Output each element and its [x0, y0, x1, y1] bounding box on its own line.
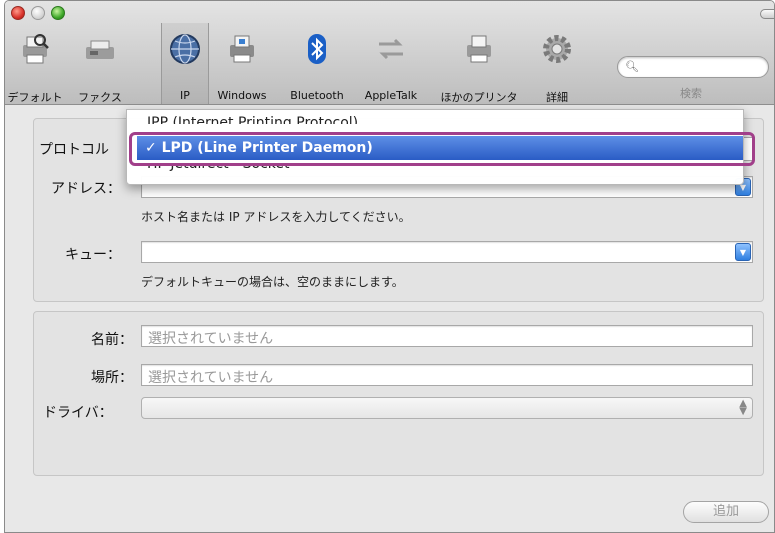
driver-popup[interactable]: ▲ ▼	[141, 397, 753, 419]
add-button[interactable]: 追加	[683, 501, 769, 523]
address-label: アドレス：	[51, 181, 121, 197]
menu-item-lpd[interactable]: ✓ LPD (Line Printer Daemon)	[137, 136, 743, 160]
queue-label: キュー：	[65, 247, 121, 263]
name-label: 名前：	[91, 332, 133, 348]
search-icon: 🔍︎	[625, 60, 639, 73]
toolbar-advanced-button[interactable]: 詳細	[535, 31, 579, 104]
name-field[interactable]: 選択されていません	[141, 325, 753, 347]
name-field-value: 選択されていません	[148, 331, 274, 347]
appletalk-arrows-icon	[379, 38, 403, 60]
location-field[interactable]: 選択されていません	[141, 364, 753, 386]
toolbar-fax-button[interactable]: ファクス	[71, 31, 129, 104]
toolbar-windows-button[interactable]: Windows	[210, 31, 274, 103]
queue-field[interactable]	[141, 241, 753, 263]
toolbar-advanced-label: 詳細	[546, 91, 568, 104]
toolbar-other-printers-button[interactable]: ほかのプリンタ	[437, 31, 521, 104]
printer-magnifier-icon	[23, 34, 49, 64]
toolbar-bluetooth-label: Bluetooth	[290, 89, 344, 102]
toolbar-other-printers-label: ほかのプリンタ	[440, 91, 518, 104]
toolbar-toggle-button[interactable]	[760, 9, 774, 19]
fax-icon	[86, 40, 114, 59]
protocol-popup-menu: IPP (Internet Printing Protocol) ✓ LPD (…	[126, 109, 744, 185]
globe-icon	[170, 34, 200, 64]
gear-icon	[543, 35, 571, 63]
toolbar-ip-label: IP	[180, 89, 190, 102]
address-hint: ホスト名または IP アドレスを入力してください。	[141, 210, 411, 224]
location-field-value: 選択されていません	[148, 370, 274, 386]
driver-label: ドライバ：	[43, 405, 113, 421]
add-printer-window: デフォルト ファクス IP Windows Bluetooth AppleTal…	[4, 0, 775, 533]
search-input[interactable]: 🔍︎	[617, 56, 769, 78]
minimize-window-button[interactable]	[31, 6, 45, 20]
printer-icon	[467, 35, 491, 63]
close-window-button[interactable]	[11, 6, 25, 20]
protocol-label: プロトコル	[39, 142, 109, 158]
queue-hint: デフォルトキューの場合は、空のままにします。	[141, 275, 404, 289]
queue-dropdown-button[interactable]: ▼	[735, 243, 751, 261]
toolbar-appletalk-button[interactable]: AppleTalk	[355, 31, 427, 103]
toolbar-default-label: デフォルト	[7, 91, 63, 104]
bluetooth-icon	[308, 34, 326, 64]
toolbar-fax-label: ファクス	[78, 91, 122, 104]
windows-printer-icon	[230, 35, 254, 63]
zoom-window-button[interactable]	[51, 6, 65, 20]
toolbar-default-button[interactable]: デフォルト	[5, 31, 65, 104]
location-label: 場所：	[91, 370, 133, 386]
updown-arrows-icon: ▲ ▼	[739, 398, 747, 417]
search-label: 検索	[680, 87, 702, 100]
toolbar-windows-label: Windows	[217, 89, 267, 102]
toolbar-bluetooth-button[interactable]: Bluetooth	[283, 31, 351, 103]
menu-item-ipp[interactable]: IPP (Internet Printing Protocol)	[127, 110, 743, 124]
menu-item-jetdirect[interactable]: HP Jetdirect - Socket	[127, 164, 743, 180]
toolbar-ip-button[interactable]: IP	[161, 23, 209, 104]
toolbar: デフォルト ファクス IP Windows Bluetooth AppleTal…	[5, 1, 774, 105]
toolbar-appletalk-label: AppleTalk	[364, 89, 418, 102]
